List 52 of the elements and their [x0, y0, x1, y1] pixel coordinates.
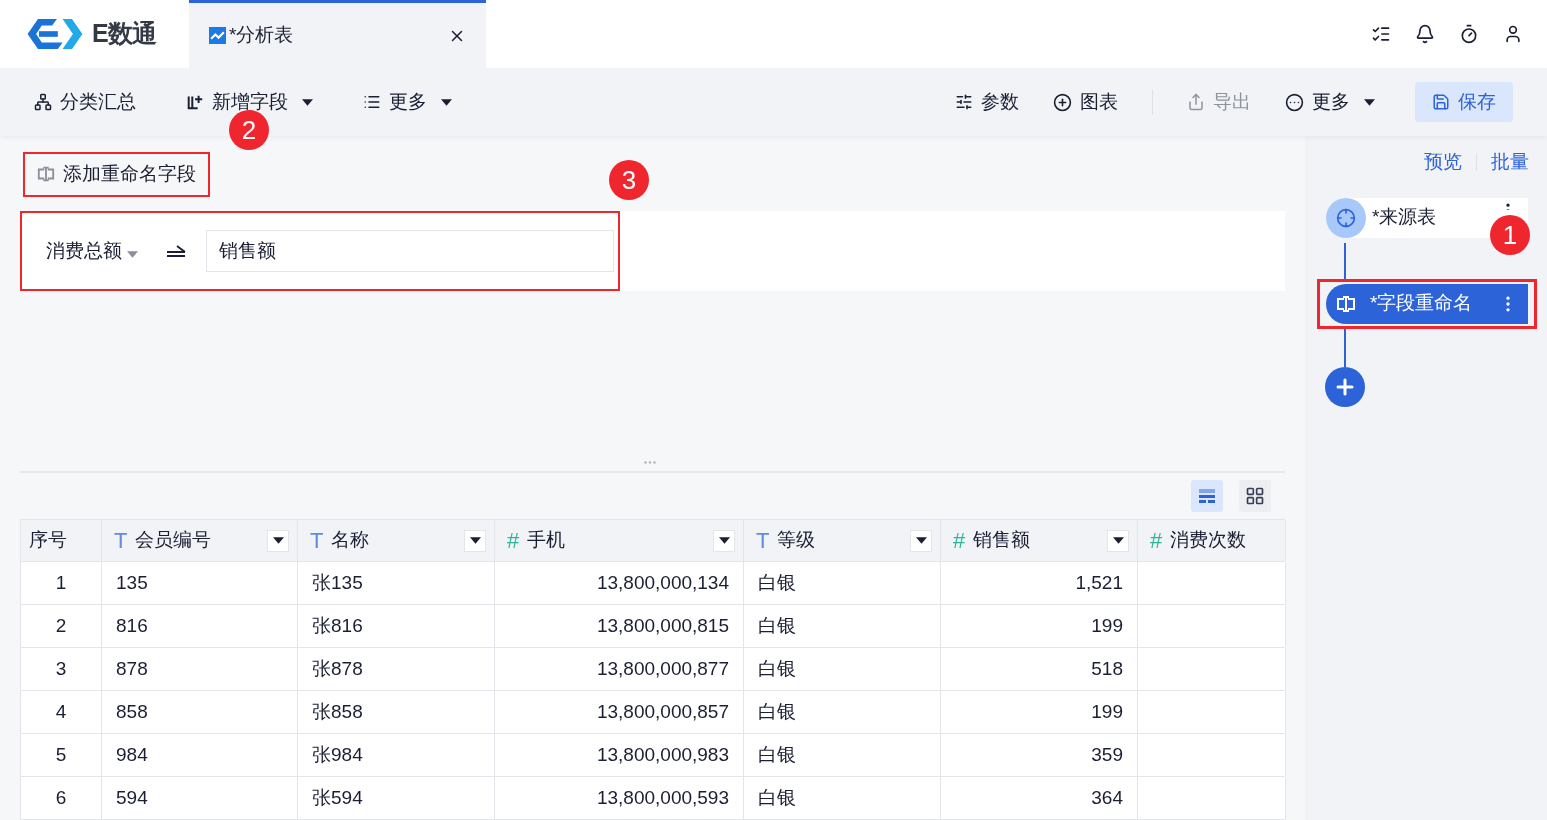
- table-cell-text: 13,800,000,134: [596, 570, 729, 595]
- table-cell-text: 张135: [312, 570, 363, 595]
- table-cell-text: 5: [55, 742, 67, 767]
- table-cell-text: 白银: [758, 570, 796, 595]
- table-cell-text: 13,800,000,983: [596, 742, 729, 767]
- table-cell-text: 1,521: [1075, 570, 1123, 595]
- type-mark: T: [309, 527, 325, 555]
- table-cell-text: 199: [1091, 699, 1123, 724]
- column-header: T 等级: [744, 520, 941, 561]
- logo-text: E数通: [92, 18, 157, 50]
- type-mark: #: [952, 527, 967, 555]
- table-cell-text: 张816: [312, 613, 363, 638]
- column-header: T 名称: [298, 520, 495, 561]
- table-cell-text: 张858: [312, 699, 363, 724]
- table-cell-text: 2: [55, 613, 67, 638]
- table-cell-text: 白银: [758, 656, 796, 681]
- callout-badge: 3: [609, 160, 649, 200]
- table-cell-text: 白银: [758, 785, 796, 810]
- callout-badge: 2: [229, 110, 269, 150]
- table-cell-text: 13,800,000,815: [596, 613, 729, 638]
- table-cell-text: 199: [1091, 613, 1123, 638]
- table-cell-text: 13,800,000,593: [596, 785, 729, 810]
- type-mark: T: [113, 527, 129, 555]
- table-cell-text: 359: [1091, 742, 1123, 767]
- table-cell-text: 364: [1091, 785, 1123, 810]
- column-header: # 手机: [495, 520, 744, 561]
- table-cell-text: 984: [116, 742, 148, 767]
- table-cell-text: 13,800,000,877: [596, 656, 729, 681]
- table-cell-text: 张984: [312, 742, 363, 767]
- type-mark: T: [755, 527, 771, 555]
- table-cell-text: 816: [116, 613, 148, 638]
- table-cell-text: 白银: [758, 742, 796, 767]
- table-cell-text: 白银: [758, 613, 796, 638]
- column-header: T 会员编号: [102, 520, 298, 561]
- table-cell-text: 858: [116, 699, 148, 724]
- column-header: 序号: [21, 520, 102, 561]
- table-cell-text: 135: [116, 570, 148, 595]
- table-cell-text: 4: [55, 699, 67, 724]
- type-mark: #: [506, 527, 521, 555]
- table-cell-text: 594: [116, 785, 148, 810]
- table-cell-text: 1: [55, 570, 67, 595]
- table-cell-text: 6: [55, 785, 67, 810]
- table-cell-text: 518: [1091, 656, 1123, 681]
- table-cell-text: 878: [116, 656, 148, 681]
- table-cell-text: 3: [55, 656, 67, 681]
- column-header: # 消费次数: [1138, 520, 1286, 561]
- table-cell-text: 白银: [758, 699, 796, 724]
- column-header: # 销售额: [941, 520, 1138, 561]
- table-cell-text: 张594: [312, 785, 363, 810]
- type-mark: #: [1149, 527, 1164, 555]
- table-cell-text: 13,800,000,857: [596, 699, 729, 724]
- table-cell-text: 张878: [312, 656, 363, 681]
